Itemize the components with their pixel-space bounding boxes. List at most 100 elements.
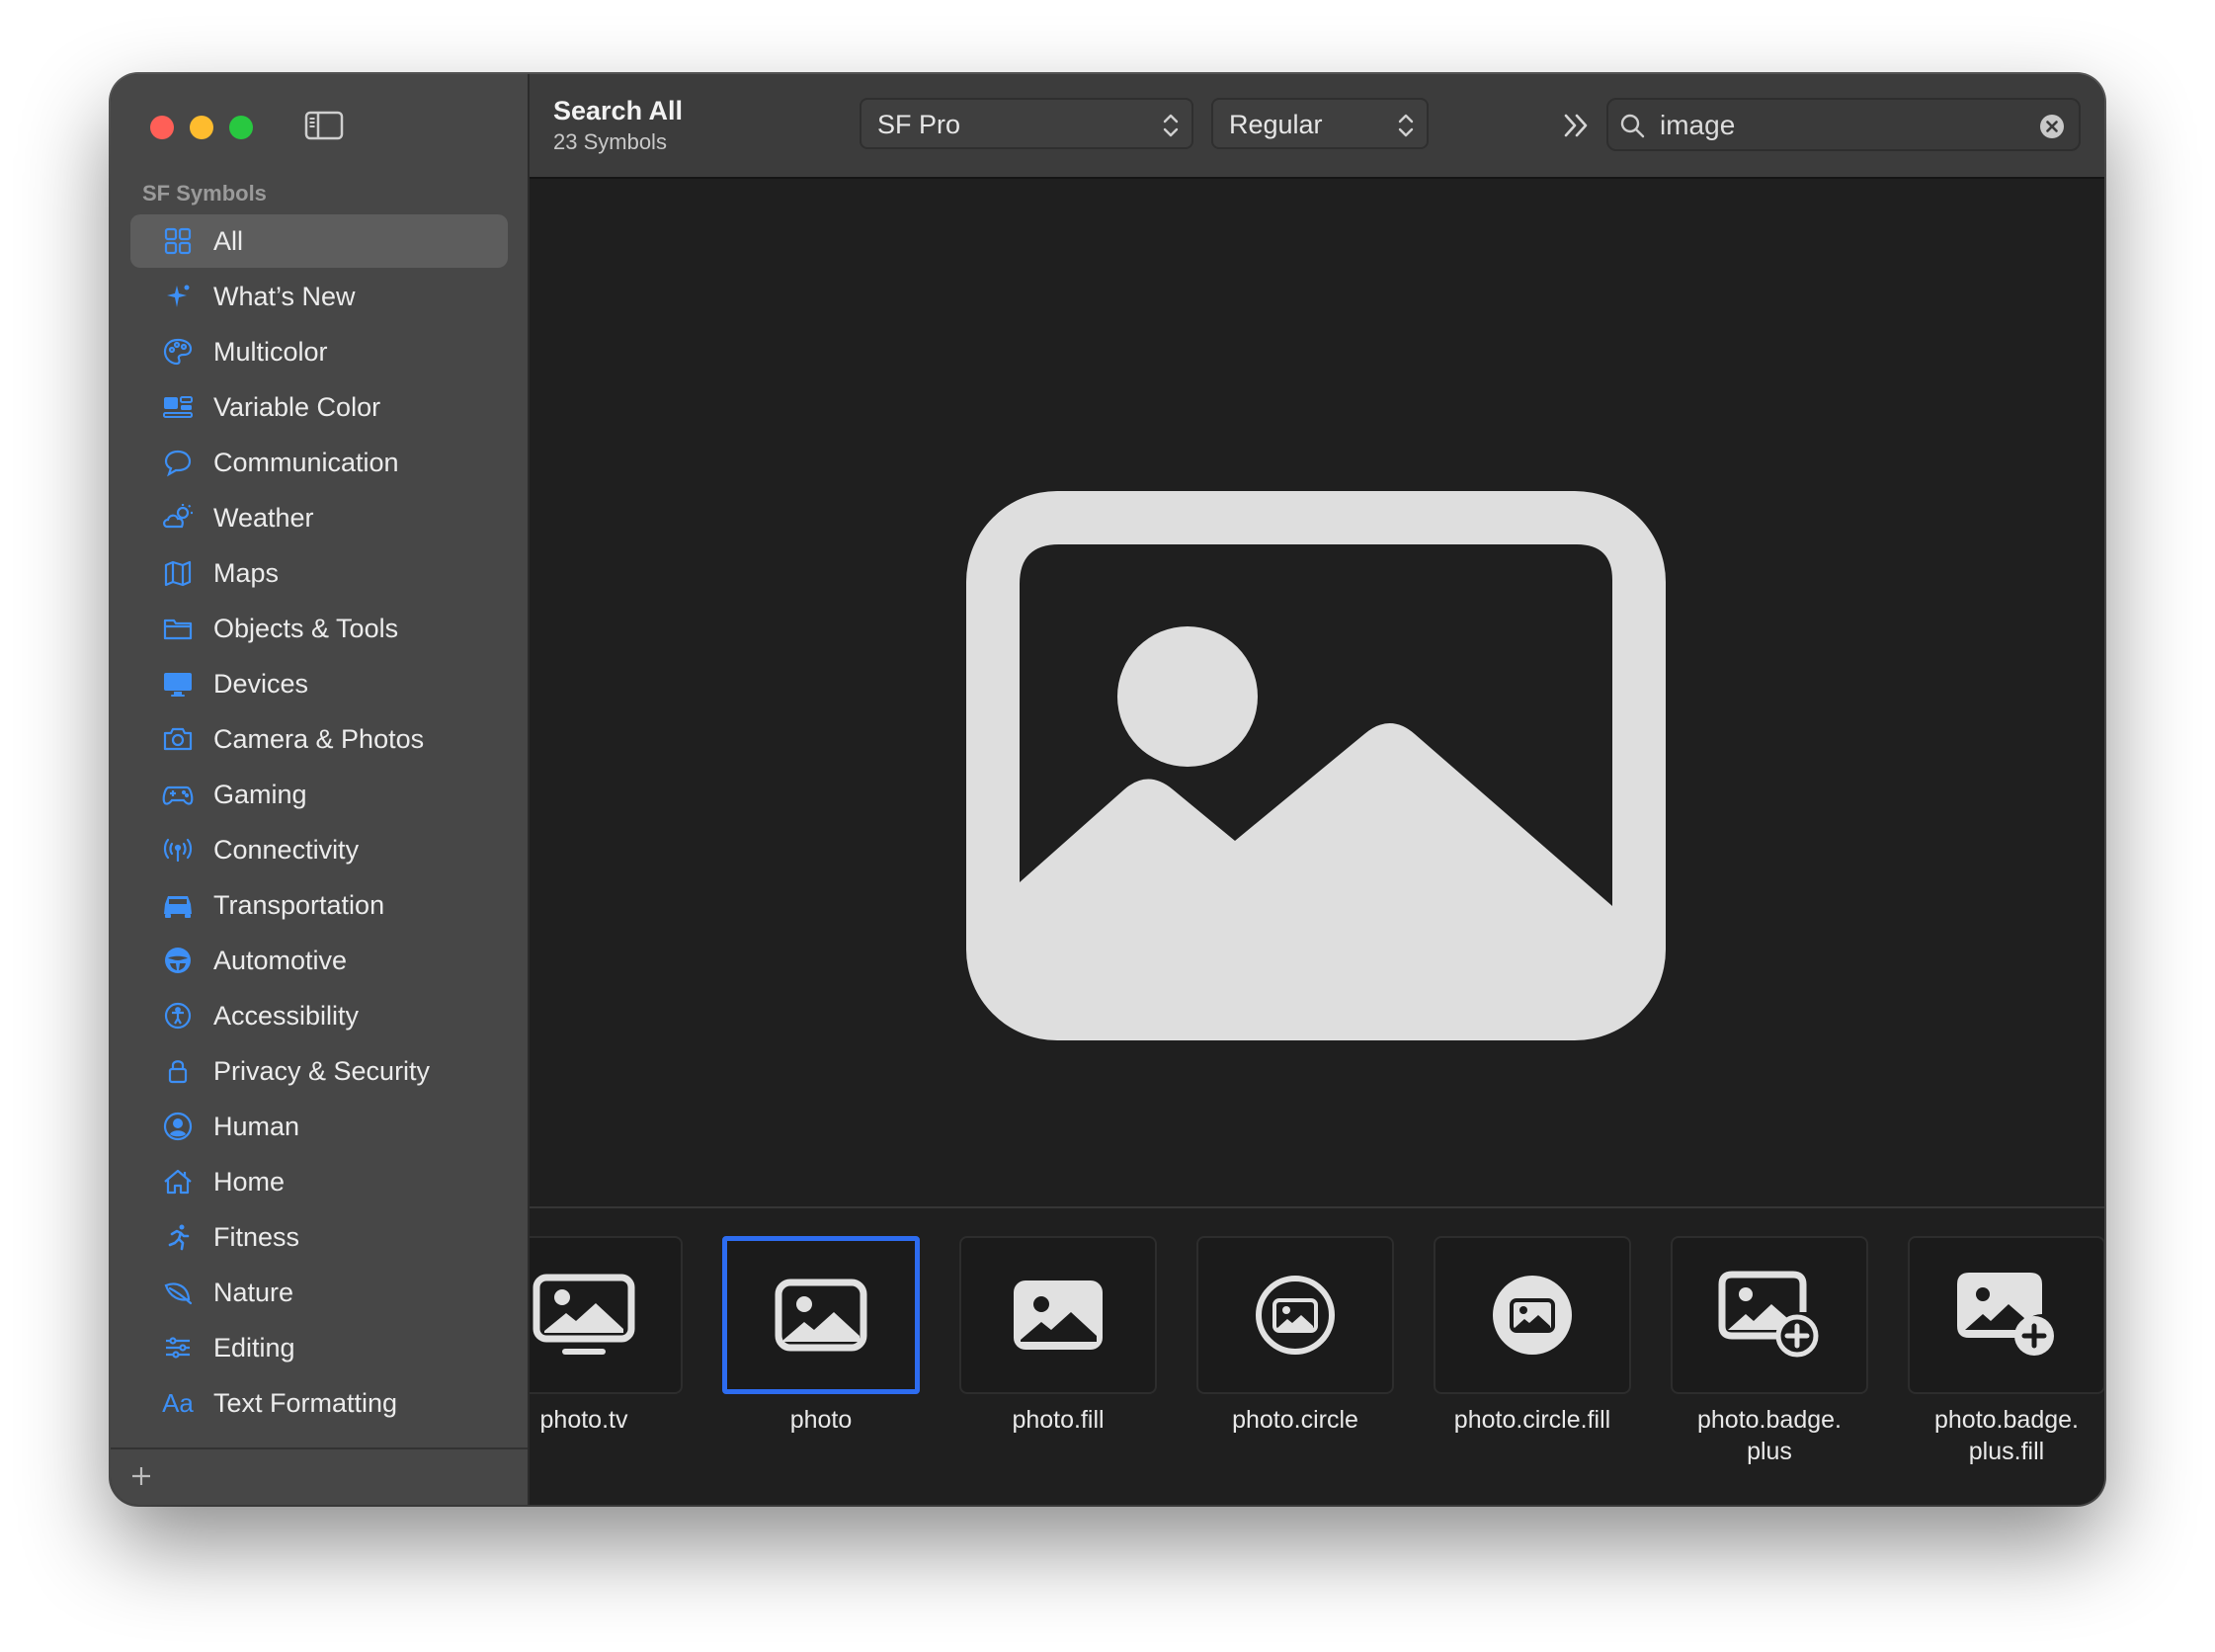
- sidebar-item-text-formatting[interactable]: Aa Text Formatting: [130, 1376, 508, 1430]
- tile-box: [1434, 1236, 1631, 1394]
- gamecontroller-icon: [160, 777, 196, 812]
- sidebar-item-fitness[interactable]: Fitness: [130, 1210, 508, 1264]
- sidebar-section-label: SF Symbols: [142, 181, 267, 206]
- sliders-icon: [160, 1330, 196, 1365]
- sidebar-item-label: What’s New: [213, 281, 356, 311]
- steering-wheel-icon: [160, 943, 196, 978]
- weight-popup[interactable]: Regular: [1211, 98, 1429, 149]
- search-input[interactable]: [1660, 108, 2015, 143]
- tile-label: photo.circle: [1232, 1406, 1358, 1434]
- folder-icon: [160, 611, 196, 646]
- sidebar-item-transportation[interactable]: Transportation: [130, 878, 508, 932]
- sidebar-item-label: Connectivity: [213, 834, 360, 865]
- map-icon: [160, 555, 196, 591]
- sidebar-item-nature[interactable]: Nature: [130, 1266, 508, 1319]
- sparkle-icon: [160, 279, 196, 314]
- sidebar-item-accessibility[interactable]: Accessibility: [130, 989, 508, 1042]
- minimize-button[interactable]: [190, 116, 213, 139]
- sidebar-toggle-icon[interactable]: [304, 110, 344, 141]
- overflow-chevron-icon[interactable]: [1561, 112, 1593, 139]
- sidebar-item-maps[interactable]: Maps: [130, 546, 508, 600]
- symbol-tile[interactable]: photo.fill: [959, 1236, 1157, 1436]
- palette-icon: [160, 334, 196, 370]
- sidebar-item-privacy-security[interactable]: Privacy & Security: [130, 1044, 508, 1098]
- photo-preview-icon: [966, 491, 1666, 1040]
- sidebar-item-multicolor[interactable]: Multicolor: [130, 325, 508, 378]
- clear-search-icon[interactable]: [2039, 114, 2065, 139]
- symbol-tile[interactable]: photo.badge. plus.fill: [1908, 1236, 2104, 1467]
- sidebar-item-label: Text Formatting: [213, 1387, 398, 1418]
- font-popup-label: SF Pro: [877, 110, 961, 139]
- sidebar-item-variable-color[interactable]: Variable Color: [130, 380, 508, 434]
- symbol-tile[interactable]: photo.badge. plus: [1671, 1236, 1868, 1467]
- symbol-count: 23 Symbols: [553, 129, 667, 154]
- tile-box: [530, 1236, 683, 1394]
- toolbar: Search All 23 Symbols SF Pro Regular: [530, 74, 2104, 179]
- app-window: SF Symbols All What’s New Multicolor Var…: [111, 74, 2104, 1505]
- photo-circle-icon: [1256, 1276, 1335, 1355]
- sidebar-item-objects-tools[interactable]: Objects & Tools: [130, 602, 508, 655]
- sidebar-item-automotive[interactable]: Automotive: [130, 934, 508, 987]
- sidebar-item-label: Transportation: [213, 889, 385, 920]
- chevron-up-down-icon: [1163, 114, 1179, 137]
- sidebar-item-devices[interactable]: Devices: [130, 657, 508, 710]
- tile-label: photo.fill: [1012, 1406, 1105, 1434]
- variable-color-icon: [160, 389, 196, 425]
- font-popup[interactable]: SF Pro: [860, 98, 1193, 149]
- sidebar-item-home[interactable]: Home: [130, 1155, 508, 1208]
- desktop-icon: [160, 666, 196, 702]
- weight-popup-label: Regular: [1229, 110, 1323, 139]
- sidebar-item-label: Home: [213, 1166, 286, 1197]
- sidebar-item-label: Camera & Photos: [213, 723, 425, 754]
- message-bubble-icon: [160, 445, 196, 480]
- house-icon: [160, 1164, 196, 1199]
- sidebar-item-weather[interactable]: Weather: [130, 491, 508, 544]
- textformat-icon: Aa: [162, 1387, 194, 1418]
- sidebar-item-label: Communication: [213, 447, 399, 477]
- sidebar-item-all[interactable]: All: [130, 214, 508, 268]
- sidebar-item-label: Devices: [213, 668, 309, 699]
- sidebar-item-gaming[interactable]: Gaming: [130, 768, 508, 821]
- person-circle-icon: [160, 1109, 196, 1144]
- tile-box: [1671, 1236, 1868, 1394]
- symbol-tile[interactable]: photo.circle.fill: [1434, 1236, 1631, 1436]
- accessibility-icon: [160, 998, 196, 1033]
- symbol-tile-selected[interactable]: photo: [722, 1236, 920, 1436]
- sidebar-footer: [111, 1447, 528, 1505]
- sidebar-item-label: Accessibility: [213, 1000, 360, 1031]
- search-field[interactable]: [1606, 98, 2081, 151]
- sidebar-item-label: Objects & Tools: [213, 613, 399, 643]
- sidebar-item-label: Fitness: [213, 1221, 300, 1252]
- sidebar-item-label: Weather: [213, 502, 314, 533]
- grid-icon: [160, 223, 196, 259]
- close-button[interactable]: [150, 116, 174, 139]
- tile-label: photo: [789, 1406, 853, 1434]
- sidebar-item-label: Gaming: [213, 779, 307, 809]
- sidebar-item-editing[interactable]: Editing: [130, 1321, 508, 1374]
- sidebar-item-label: Human: [213, 1111, 300, 1141]
- sidebar-item-whats-new[interactable]: What’s New: [130, 270, 508, 323]
- add-collection-button[interactable]: [124, 1459, 158, 1493]
- sidebar-item-label: Nature: [213, 1277, 294, 1307]
- zoom-button[interactable]: [229, 116, 253, 139]
- leaf-icon: [160, 1275, 196, 1310]
- photo-tv-icon: [533, 1274, 635, 1355]
- sidebar-item-communication[interactable]: Communication: [130, 436, 508, 489]
- symbol-tile[interactable]: photo.tv: [530, 1236, 683, 1436]
- tile-label: photo.tv: [539, 1406, 628, 1434]
- tile-label: photo.circle.fill: [1453, 1406, 1611, 1434]
- tile-box: [1908, 1236, 2104, 1394]
- sidebar-item-human[interactable]: Human: [130, 1100, 508, 1153]
- symbol-tile[interactable]: photo.circle: [1196, 1236, 1394, 1436]
- photo-icon: [775, 1279, 867, 1352]
- tile-label: photo.badge. plus.fill: [1934, 1406, 2079, 1465]
- sidebar-item-label: All: [213, 225, 244, 256]
- sidebar-item-camera-photos[interactable]: Camera & Photos: [130, 712, 508, 766]
- search-icon: [1620, 114, 1645, 138]
- sidebar-item-connectivity[interactable]: Connectivity: [130, 823, 508, 876]
- camera-icon: [160, 721, 196, 757]
- symbol-strip: photo.tv photo photo.fill photo.circle p…: [530, 1206, 2104, 1505]
- photo-circle-fill-icon: [1493, 1276, 1572, 1355]
- figure-run-icon: [160, 1219, 196, 1255]
- car-icon: [160, 887, 196, 923]
